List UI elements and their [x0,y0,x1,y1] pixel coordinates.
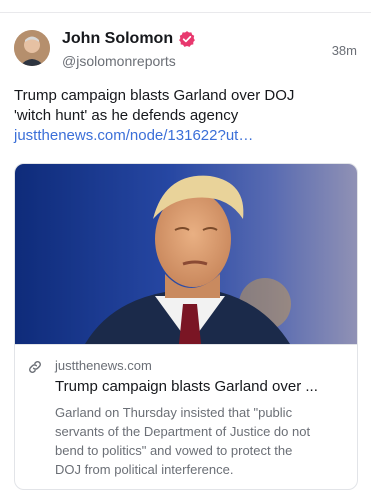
card-title[interactable]: Trump campaign blasts Garland over ... [55,378,318,396]
post-text-line: Trump campaign blasts Garland over DOJ [14,87,295,104]
post-text: Trump campaign blasts Garland over DOJ '… [14,86,359,146]
card-description-line: servants of the Department of Justice do… [55,424,311,439]
verified-badge-icon [178,30,196,48]
link-preview-card[interactable]: justthenews.com Trump campaign blasts Ga… [14,163,358,490]
post-timestamp: 38m [331,43,357,58]
card-body: justthenews.com Trump campaign blasts Ga… [15,344,357,489]
avatar[interactable] [14,30,50,66]
card-description-line: DOJ from political interference. [55,462,234,477]
card-description: Garland on Thursday insisted that "publi… [55,403,347,479]
top-divider [0,12,371,13]
card-domain: justthenews.com [55,358,152,373]
link-icon [27,359,43,375]
author-name[interactable]: John Solomon [62,30,173,48]
post-link[interactable]: justthenews.com/node/131622?ut… [14,126,359,146]
author-row: John Solomon [62,30,196,48]
author-handle[interactable]: @jsolomonreports [62,53,176,69]
post-text-line: 'witch hunt' as he defends agency [14,107,239,124]
card-description-line: bend to politics" and vowed to protect t… [55,443,293,458]
card-description-line: Garland on Thursday insisted that "publi… [55,405,293,420]
card-image[interactable] [15,164,357,344]
